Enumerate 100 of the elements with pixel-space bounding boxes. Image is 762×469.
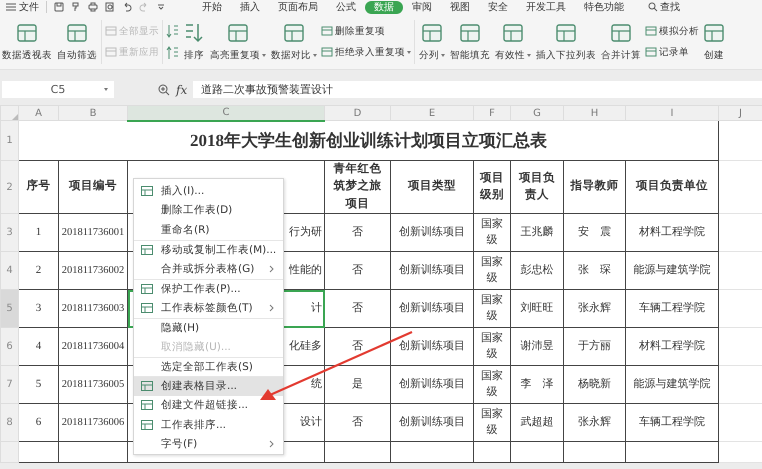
column-header[interactable]: A bbox=[18, 106, 58, 120]
column-header[interactable]: I bbox=[626, 106, 718, 120]
undo-icon[interactable] bbox=[122, 2, 132, 12]
table-cell: 国家级 bbox=[481, 370, 503, 398]
table-cell: 2 bbox=[36, 264, 42, 276]
table-cell: 设计 bbox=[300, 416, 322, 428]
menu-item[interactable]: 重命名(R) bbox=[134, 220, 283, 240]
menu-item[interactable]: 工作表排序... bbox=[134, 415, 283, 434]
table-icon bbox=[140, 379, 154, 394]
table-cell: 武超超 bbox=[520, 416, 554, 428]
column-header[interactable]: D bbox=[324, 106, 390, 120]
ribbon-tab[interactable]: 页面布局 bbox=[269, 0, 327, 14]
ribbon-tab[interactable]: 特色功能 bbox=[575, 0, 633, 14]
table-icon bbox=[140, 242, 154, 257]
menu-item[interactable]: 字号(F) bbox=[134, 434, 283, 454]
table-cell: 创新训练项目 bbox=[399, 226, 465, 238]
table-cell: 张永辉 bbox=[578, 302, 611, 314]
ribbon-tab[interactable]: 视图 bbox=[441, 0, 479, 14]
table-icon[interactable] bbox=[321, 46, 333, 58]
search-button[interactable]: 查找 bbox=[660, 0, 680, 14]
menu-item[interactable]: 创建表格目录... bbox=[134, 376, 283, 396]
table-icon[interactable] bbox=[645, 25, 657, 37]
menu-item[interactable]: 创建文件超链接... bbox=[134, 396, 283, 415]
sort-descending-icon[interactable] bbox=[166, 46, 180, 60]
column-header[interactable]: H bbox=[564, 106, 626, 120]
table-cell: 刘旺旺 bbox=[520, 302, 554, 314]
table-cell: 6 bbox=[36, 416, 42, 428]
zoom-icon[interactable] bbox=[158, 84, 170, 96]
table-cell: 201811736006 bbox=[62, 416, 124, 428]
ribbon-button[interactable]: 有效性 bbox=[494, 49, 532, 62]
search-icon[interactable] bbox=[648, 2, 658, 12]
ribbon-tab[interactable]: 审阅 bbox=[403, 0, 441, 14]
formula-field[interactable]: 道路二次事故预警装置设计 bbox=[193, 81, 762, 98]
table-cell: 创新训练项目 bbox=[399, 340, 465, 352]
table-cell: 国家级 bbox=[481, 408, 503, 436]
table-cell: 否 bbox=[352, 226, 363, 238]
table-cell: 否 bbox=[352, 416, 363, 428]
table-icon[interactable] bbox=[645, 46, 657, 58]
sort-ascending-icon[interactable] bbox=[166, 24, 180, 38]
table-cell: 性能的 bbox=[289, 264, 322, 276]
table-icon bbox=[140, 282, 154, 296]
ribbon-tab[interactable]: 开发工具 bbox=[517, 0, 575, 14]
ribbon-button[interactable]: 插入下拉列表 bbox=[535, 49, 597, 62]
ribbon-button[interactable]: 记录单 bbox=[659, 46, 689, 58]
ribbon-tab[interactable]: 安全 bbox=[479, 0, 517, 14]
column-heading: 项目负责单位 bbox=[636, 180, 708, 192]
ribbon-button[interactable]: 模拟分析 bbox=[659, 24, 699, 38]
menu-item[interactable]: 删除工作表(D) bbox=[134, 200, 283, 220]
menu-item[interactable]: 插入(I)... bbox=[134, 181, 283, 200]
ribbon-tab[interactable]: 公式 bbox=[327, 0, 365, 14]
ribbon-button[interactable]: 数据透视表 bbox=[1, 49, 53, 62]
ribbon-button[interactable]: 创建 bbox=[703, 49, 725, 62]
table-cell: 3 bbox=[36, 302, 42, 314]
sheet-title: 2018年大学生创新创业训练计划项目立项汇总表 bbox=[18, 120, 718, 160]
table-cell: 是 bbox=[352, 378, 363, 390]
ribbon-tab[interactable]: 插入 bbox=[231, 0, 269, 14]
save-icon[interactable] bbox=[54, 2, 64, 12]
table-cell: 李 泽 bbox=[520, 378, 554, 390]
format-painter-icon[interactable] bbox=[71, 2, 81, 12]
column-header[interactable]: F bbox=[474, 106, 510, 120]
column-header[interactable]: B bbox=[58, 106, 128, 120]
table-cell: 1 bbox=[36, 226, 42, 238]
table-icon[interactable] bbox=[321, 25, 333, 37]
column-heading: 青年红色筑梦之旅项目 bbox=[334, 163, 382, 210]
menu-icon[interactable] bbox=[6, 2, 16, 12]
table-cell: 张 琛 bbox=[578, 264, 611, 276]
ribbon-tab[interactable]: 开始 bbox=[193, 0, 231, 14]
column-header[interactable]: C bbox=[128, 106, 324, 120]
function-button[interactable]: fx bbox=[176, 82, 188, 96]
menu-item[interactable]: 隐藏(H) bbox=[134, 318, 283, 337]
ribbon-button[interactable]: 分列 bbox=[418, 49, 446, 62]
print-preview-icon[interactable] bbox=[105, 2, 115, 12]
table-cell: 彭忠松 bbox=[520, 264, 554, 276]
ribbon-button[interactable]: 删除重复项 bbox=[335, 24, 385, 38]
dropdown-icon[interactable] bbox=[156, 2, 166, 12]
table-cell: 化硅多 bbox=[289, 340, 322, 352]
table-cell: 材料工程学院 bbox=[639, 340, 705, 352]
ribbon-button[interactable]: 拒绝录入重复项 bbox=[335, 46, 411, 58]
menu-item[interactable]: 移动或复制工作表(M)... bbox=[134, 240, 283, 259]
table-cell: 王兆麟 bbox=[520, 226, 554, 238]
menu-item[interactable]: 保护工作表(P)... bbox=[134, 278, 283, 298]
column-header[interactable]: G bbox=[510, 106, 564, 120]
ribbon-button[interactable]: 智能填充 bbox=[449, 49, 491, 62]
column-header[interactable]: E bbox=[390, 106, 474, 120]
print-icon[interactable] bbox=[88, 2, 98, 12]
menu-item[interactable]: 合并或拆分表格(G) bbox=[134, 259, 283, 278]
sort-button[interactable]: 排序 bbox=[183, 49, 205, 62]
table-cell: 车辆工程学院 bbox=[639, 416, 705, 428]
file-menu[interactable]: 文件 bbox=[19, 0, 39, 14]
ribbon-button[interactable]: 合并计算 bbox=[600, 49, 642, 62]
column-header[interactable]: J bbox=[718, 106, 762, 120]
ribbon-button[interactable]: 高亮重复项 bbox=[209, 49, 267, 62]
table-cell: 张永辉 bbox=[578, 416, 611, 428]
ribbon-button[interactable]: 数据对比 bbox=[270, 49, 318, 62]
table-cell: 201811736005 bbox=[62, 378, 124, 390]
table-cell: 车辆工程学院 bbox=[639, 302, 705, 314]
name-box[interactable]: C5 bbox=[2, 81, 114, 98]
table-cell: 4 bbox=[36, 340, 42, 352]
ribbon-button[interactable]: 自动筛选 bbox=[56, 49, 98, 62]
menu-item[interactable]: 工作表标签颜色(T) bbox=[134, 298, 283, 318]
